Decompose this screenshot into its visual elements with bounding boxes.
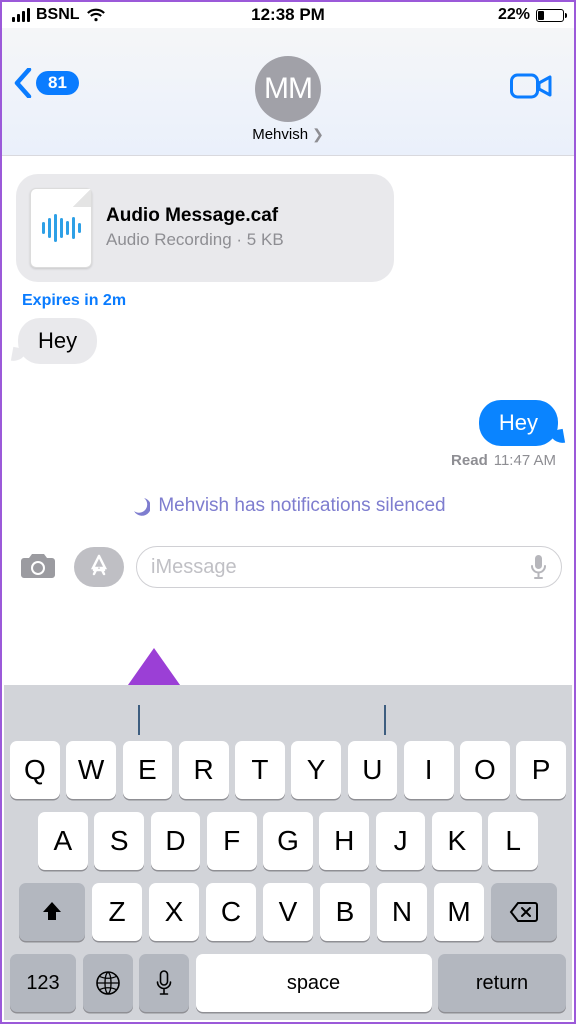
- key-n[interactable]: N: [377, 883, 428, 941]
- key-b[interactable]: B: [320, 883, 371, 941]
- text-caret: [384, 705, 386, 735]
- dictation-key[interactable]: [139, 954, 189, 1012]
- clock: 12:38 PM: [2, 5, 574, 25]
- key-q[interactable]: Q: [10, 741, 60, 799]
- apps-button[interactable]: [74, 547, 124, 587]
- key-s[interactable]: S: [94, 812, 144, 870]
- return-key[interactable]: return: [438, 954, 566, 1012]
- battery-icon: [536, 9, 564, 22]
- compose-bar: iMessage: [2, 536, 574, 600]
- audio-attachment-bubble[interactable]: Audio Message.caf Audio Recording · 5 KB: [16, 174, 394, 282]
- facetime-button[interactable]: [510, 72, 552, 105]
- key-j[interactable]: J: [376, 812, 426, 870]
- message-input[interactable]: iMessage: [136, 546, 562, 588]
- sent-message[interactable]: Hey: [479, 400, 558, 446]
- key-r[interactable]: R: [179, 741, 229, 799]
- key-k[interactable]: K: [432, 812, 482, 870]
- key-o[interactable]: O: [460, 741, 510, 799]
- keyboard-row-1: Q W E R T Y U I O P: [4, 741, 572, 799]
- numbers-key[interactable]: 123: [10, 954, 76, 1012]
- key-p[interactable]: P: [516, 741, 566, 799]
- audio-file-icon: [30, 188, 92, 268]
- silenced-text: Mehvish has notifications silenced: [158, 495, 445, 517]
- key-d[interactable]: D: [151, 812, 201, 870]
- globe-key[interactable]: [83, 954, 133, 1012]
- moon-icon: [130, 496, 150, 516]
- key-h[interactable]: H: [319, 812, 369, 870]
- key-u[interactable]: U: [348, 741, 398, 799]
- chevron-right-icon: ❯: [312, 126, 324, 143]
- key-i[interactable]: I: [404, 741, 454, 799]
- conversation-header: 81 MM Mehvish ❯: [2, 28, 574, 156]
- key-l[interactable]: L: [488, 812, 538, 870]
- expiry-label[interactable]: Expires in 2m: [22, 292, 560, 310]
- keyboard-row-4: 123 space return: [4, 954, 572, 1012]
- key-c[interactable]: C: [206, 883, 257, 941]
- key-y[interactable]: Y: [291, 741, 341, 799]
- camera-button[interactable]: [18, 549, 62, 586]
- contact-name-label: Mehvish: [252, 126, 308, 143]
- key-g[interactable]: G: [263, 812, 313, 870]
- key-f[interactable]: F: [207, 812, 257, 870]
- key-z[interactable]: Z: [92, 883, 143, 941]
- text-caret: [138, 705, 140, 735]
- keyboard-row-2: A S D F G H J K L: [4, 812, 572, 870]
- avatar[interactable]: MM: [255, 56, 321, 122]
- status-bar: BSNL 12:38 PM 22%: [2, 2, 574, 28]
- backspace-icon: [509, 901, 539, 923]
- received-message[interactable]: Hey: [18, 318, 97, 364]
- notifications-silenced-banner[interactable]: Mehvish has notifications silenced: [16, 495, 560, 517]
- mic-icon[interactable]: [530, 554, 547, 580]
- contact-name-button[interactable]: Mehvish ❯: [252, 126, 324, 143]
- conversation-pane: Audio Message.caf Audio Recording · 5 KB…: [2, 156, 574, 536]
- backspace-key[interactable]: [491, 883, 557, 941]
- key-t[interactable]: T: [235, 741, 285, 799]
- message-placeholder: iMessage: [151, 556, 237, 579]
- read-time: 11:47 AM: [494, 452, 556, 469]
- keyboard-row-3: Z X C V B N M: [4, 883, 572, 941]
- read-label: Read: [451, 452, 488, 469]
- appstore-icon: [86, 554, 112, 580]
- keyboard: Q W E R T Y U I O P A S D F G H J K L Z …: [4, 685, 572, 1020]
- key-x[interactable]: X: [149, 883, 200, 941]
- key-a[interactable]: A: [38, 812, 88, 870]
- key-e[interactable]: E: [123, 741, 173, 799]
- read-receipt: Read 11:47 AM: [16, 452, 560, 469]
- space-key[interactable]: space: [196, 954, 432, 1012]
- audio-subtitle: Audio Recording · 5 KB: [106, 229, 284, 250]
- key-m[interactable]: M: [434, 883, 485, 941]
- mic-icon: [156, 970, 172, 996]
- audio-filename: Audio Message.caf: [106, 205, 284, 227]
- key-v[interactable]: V: [263, 883, 314, 941]
- shift-key[interactable]: [19, 883, 85, 941]
- shift-icon: [40, 900, 64, 924]
- key-w[interactable]: W: [66, 741, 116, 799]
- globe-icon: [95, 970, 121, 996]
